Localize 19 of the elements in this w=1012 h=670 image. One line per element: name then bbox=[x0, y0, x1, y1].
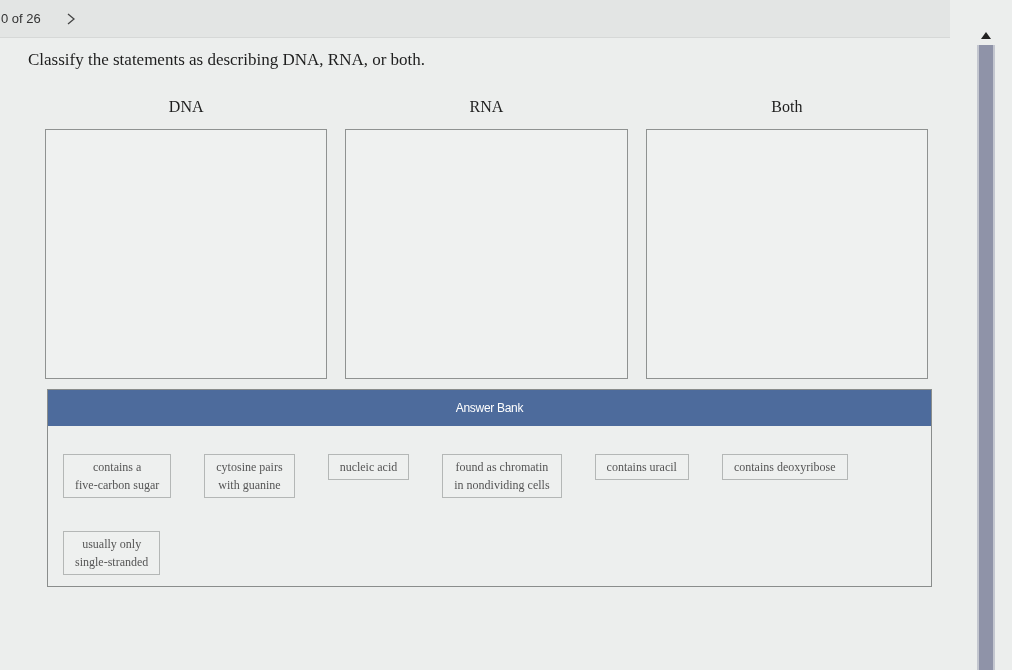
drop-zone[interactable] bbox=[345, 129, 628, 379]
scroll-up-arrow-icon[interactable] bbox=[981, 32, 991, 39]
drop-zone[interactable] bbox=[45, 129, 328, 379]
answer-chip[interactable]: contains deoxyribose bbox=[721, 454, 848, 480]
scrollbar-thumb[interactable] bbox=[977, 45, 995, 670]
category-label: Both bbox=[771, 97, 803, 117]
answer-chip[interactable]: nucleic acid bbox=[327, 454, 410, 480]
category-label: RNA bbox=[469, 97, 504, 117]
answer-chip[interactable]: found as chromatin in nondividing cells bbox=[442, 454, 562, 498]
next-chevron-icon[interactable] bbox=[66, 12, 75, 25]
question-text: Classify the statements as describing DNA, RNA, or both. bbox=[28, 49, 426, 71]
category-label: DNA bbox=[168, 97, 204, 117]
answer-chip[interactable]: contains uracil bbox=[594, 454, 689, 480]
drop-zone[interactable] bbox=[645, 129, 928, 379]
answer-chip[interactable]: usually only single-stranded bbox=[63, 531, 161, 575]
question-counter: 0 of 26 bbox=[1, 11, 41, 26]
answer-bank-header: Answer Bank bbox=[48, 390, 931, 426]
answer-chip[interactable]: cytosine pairs with guanine bbox=[204, 454, 295, 498]
answer-chip[interactable]: contains a five-carbon sugar bbox=[63, 454, 172, 498]
